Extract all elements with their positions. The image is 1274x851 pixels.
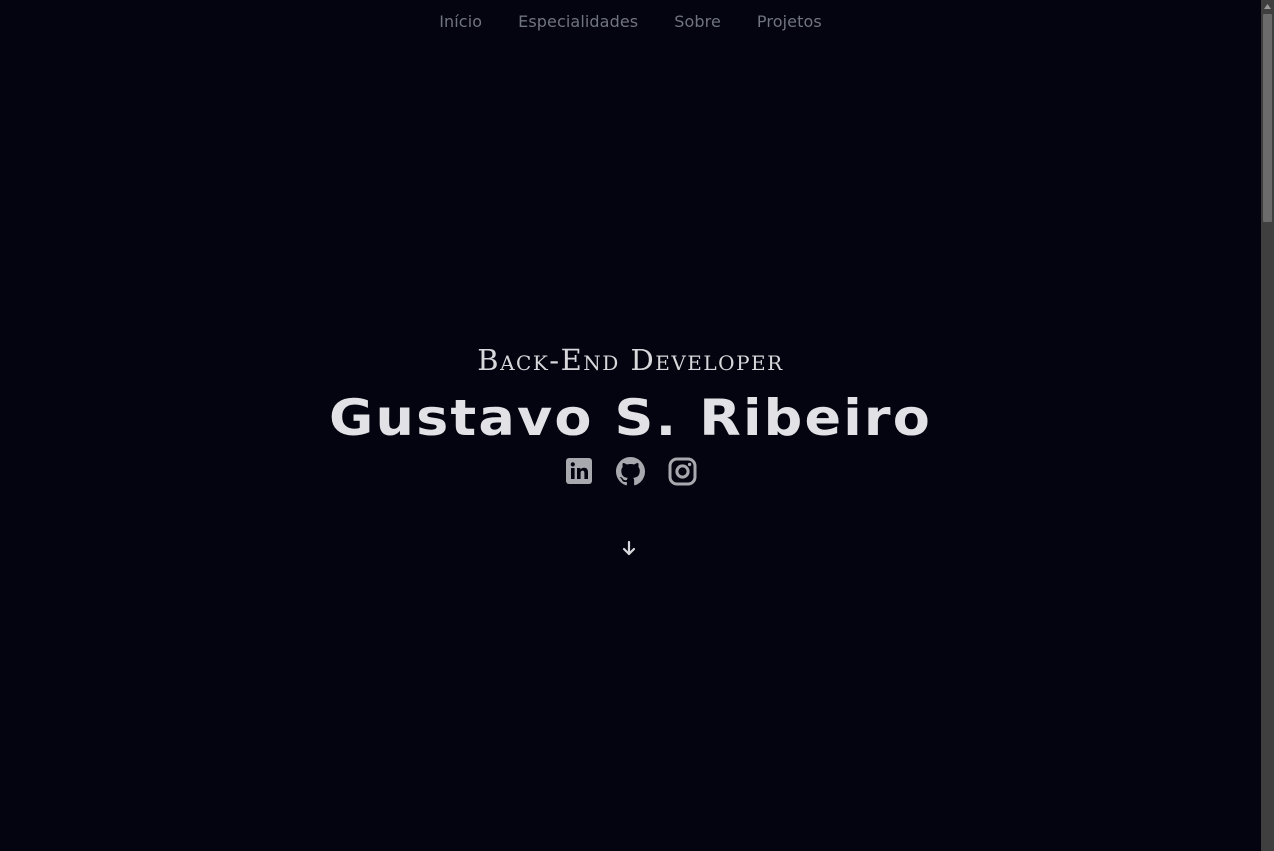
nav-item-especialidades[interactable]: Especialidades [518,10,638,34]
instagram-icon[interactable] [668,456,698,486]
nav-item-projetos[interactable]: Projetos [757,10,822,34]
social-links [0,456,1261,486]
github-icon[interactable] [616,456,646,486]
page: Início Especialidades Sobre Projetos Bac… [0,0,1274,851]
vertical-scrollbar[interactable] [1261,0,1274,851]
top-nav: Início Especialidades Sobre Projetos [0,10,1261,34]
scroll-up-arrow-icon[interactable] [1261,0,1274,12]
role-subtitle: Back-End Developer [477,343,784,377]
scrollbar-thumb[interactable] [1263,14,1272,222]
nav-item-sobre[interactable]: Sobre [674,10,721,34]
scroll-down-arrow-icon[interactable] [620,538,638,558]
hero-name-title: Gustavo S. Ribeiro [329,389,932,447]
viewport: Início Especialidades Sobre Projetos Bac… [0,0,1261,851]
nav-item-inicio[interactable]: Início [439,10,482,34]
linkedin-icon[interactable] [564,456,594,486]
hero-section: Back-End Developer Gustavo S. Ribeiro [0,338,1261,486]
